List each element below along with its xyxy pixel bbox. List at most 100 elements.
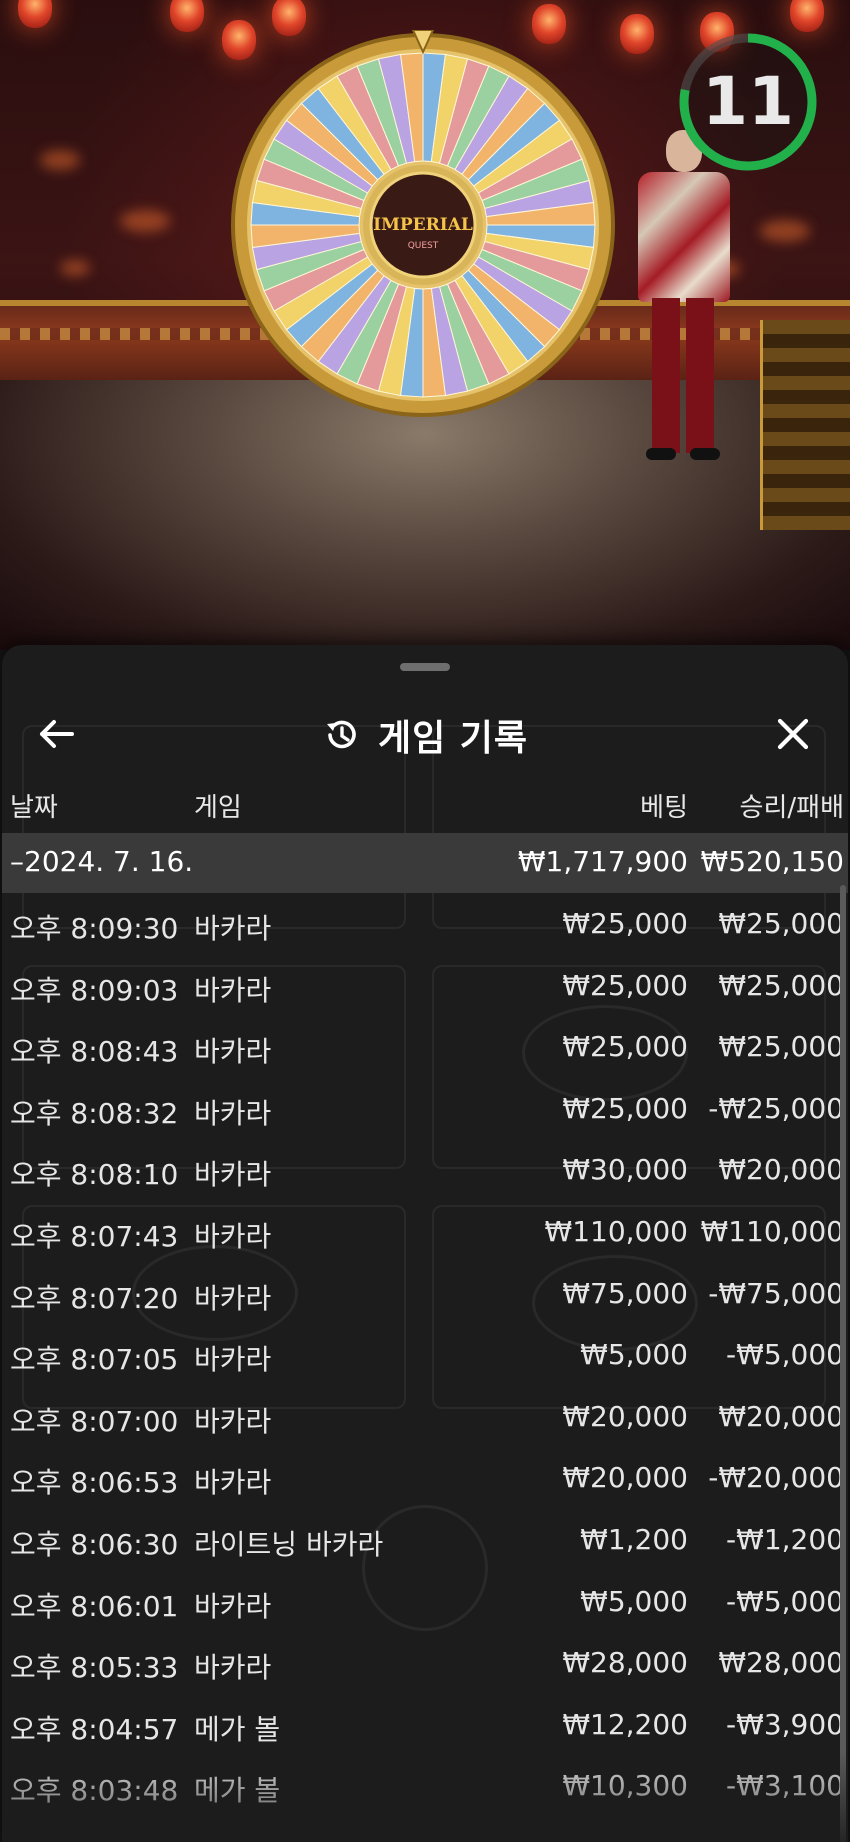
column-date: 날짜 — [10, 793, 58, 823]
row-win-loss: ₩25,000 — [718, 968, 844, 1002]
row-win-loss: ₩20,000 — [718, 1399, 844, 1433]
row-game: 바카라 — [194, 1219, 272, 1253]
row-bet: ₩75,000 — [562, 1276, 688, 1310]
row-game: 바카라 — [194, 1466, 272, 1500]
lantern-decoration — [170, 0, 204, 32]
lantern-decoration — [18, 0, 52, 28]
row-time: 오후 8:05:33 — [10, 1651, 179, 1685]
summary-date: –2024. 7. 16. — [10, 845, 194, 878]
history-row[interactable]: 오후 8:08:32 바카라 ₩25,000 -₩25,000 — [2, 1078, 848, 1140]
scrollbar[interactable] — [840, 885, 846, 1842]
history-row[interactable]: 오후 8:09:03 바카라 ₩25,000 ₩25,000 — [2, 955, 848, 1017]
row-bet: ₩20,000 — [562, 1399, 688, 1433]
prize-wheel: IMPERIAL QUEST — [228, 29, 618, 420]
row-bet: ₩5,000 — [580, 1338, 688, 1372]
row-win-loss: -₩5,000 — [726, 1584, 844, 1618]
row-game: 바카라 — [194, 1158, 272, 1192]
history-row[interactable]: 오후 8:06:53 바카라 ₩20,000 -₩20,000 — [2, 1447, 848, 1509]
row-win-loss: ₩110,000 — [700, 1214, 844, 1248]
sheet-title: 게임 기록 — [377, 718, 528, 759]
row-game: 라이트닝 바카라 — [194, 1527, 384, 1561]
lantern-decoration — [790, 0, 824, 32]
row-game: 바카라 — [194, 912, 272, 945]
row-time: 오후 8:04:57 — [10, 1712, 179, 1746]
countdown-timer: 11 — [676, 30, 820, 174]
history-row[interactable]: 오후 8:03:48 메가 볼 ₩10,300 -₩3,100 — [2, 1755, 848, 1817]
row-win-loss: ₩25,000 — [718, 907, 844, 940]
lantern-decoration — [620, 14, 654, 54]
row-bet: ₩5,000 — [580, 1584, 688, 1618]
row-win-loss: -₩75,000 — [708, 1276, 844, 1310]
history-row[interactable]: 오후 8:07:00 바카라 ₩20,000 ₩20,000 — [2, 1386, 848, 1448]
history-clock-icon — [326, 720, 356, 749]
dealer-host — [628, 130, 738, 460]
live-stream-video: IMPERIAL QUEST 11 — [0, 0, 850, 650]
wheel-logo-sub: QUEST — [408, 241, 439, 251]
row-bet: ₩25,000 — [562, 1030, 688, 1064]
history-row[interactable]: 오후 8:06:30 라이트닝 바카라 ₩1,200 -₩1,200 — [2, 1509, 848, 1571]
summary-win-total: ₩520,150 — [700, 845, 844, 878]
row-bet: ₩30,000 — [562, 1153, 688, 1187]
history-row[interactable]: 오후 8:08:43 바카라 ₩25,000 ₩25,000 — [2, 1016, 848, 1078]
row-bet: ₩25,000 — [562, 907, 688, 940]
row-game: 메가 볼 — [194, 1774, 281, 1808]
history-row[interactable]: 오후 8:07:43 바카라 ₩110,000 ₩110,000 — [2, 1201, 848, 1263]
history-row[interactable]: 오후 8:09:30 바카라 ₩25,000 ₩25,000 — [2, 893, 848, 955]
history-list: 오후 8:09:30 바카라 ₩25,000 ₩25,000 오후 8:09:03 바카라… — [2, 893, 848, 1817]
row-win-loss: -₩1,200 — [726, 1522, 844, 1556]
game-history-sheet: 게임 기록 날짜 게임 베팅 승리/패배 –2024. 7. 16. ₩1,71… — [2, 645, 848, 1842]
row-time: 오후 8:07:05 — [10, 1343, 179, 1377]
row-time: 오후 8:09:03 — [10, 973, 179, 1007]
row-game: 바카라 — [194, 1096, 272, 1130]
wheel-logo: IMPERIAL — [373, 215, 473, 235]
row-game: 바카라 — [194, 1035, 272, 1069]
row-time: 오후 8:06:30 — [10, 1527, 179, 1561]
column-bet: 베팅 — [640, 793, 688, 823]
row-bet: ₩20,000 — [562, 1461, 688, 1495]
row-game: 바카라 — [194, 973, 272, 1007]
row-win-loss: -₩25,000 — [708, 1091, 844, 1125]
row-time: 오후 8:07:20 — [10, 1281, 179, 1315]
column-game: 게임 — [194, 793, 242, 823]
column-win-loss: 승리/패배 — [739, 793, 844, 823]
close-icon[interactable] — [768, 709, 818, 759]
row-bet: ₩28,000 — [562, 1646, 688, 1680]
row-win-loss: -₩3,100 — [726, 1769, 844, 1803]
row-win-loss: -₩5,000 — [726, 1338, 844, 1372]
history-row[interactable]: 오후 8:04:57 메가 볼 ₩12,200 -₩3,900 — [2, 1694, 848, 1756]
row-game: 바카라 — [194, 1343, 272, 1377]
row-bet: ₩110,000 — [544, 1214, 688, 1248]
row-game: 바카라 — [194, 1281, 272, 1315]
row-win-loss: ₩20,000 — [718, 1153, 844, 1187]
row-win-loss: -₩3,900 — [726, 1707, 844, 1741]
row-game: 메가 볼 — [194, 1712, 281, 1746]
row-time: 오후 8:07:00 — [10, 1404, 179, 1438]
history-row[interactable]: 오후 8:07:20 바카라 ₩75,000 -₩75,000 — [2, 1263, 848, 1325]
row-time: 오후 8:08:32 — [10, 1096, 179, 1130]
row-bet: ₩1,200 — [580, 1522, 688, 1556]
row-time: 오후 8:03:48 — [10, 1774, 179, 1808]
date-summary-row[interactable]: –2024. 7. 16. ₩1,717,900 ₩520,150 — [2, 833, 848, 893]
dragon-pillar — [760, 320, 850, 530]
history-row[interactable]: 오후 8:07:05 바카라 ₩5,000 -₩5,000 — [2, 1324, 848, 1386]
row-win-loss: ₩25,000 — [718, 1030, 844, 1064]
countdown-number: 11 — [702, 63, 794, 140]
row-bet: ₩10,300 — [562, 1769, 688, 1803]
back-arrow-icon[interactable] — [32, 709, 82, 759]
drag-handle[interactable] — [400, 663, 450, 671]
row-time: 오후 8:08:10 — [10, 1158, 179, 1192]
row-bet: ₩25,000 — [562, 968, 688, 1002]
row-time: 오후 8:06:53 — [10, 1466, 179, 1500]
history-row[interactable]: 오후 8:06:01 바카라 ₩5,000 -₩5,000 — [2, 1571, 848, 1633]
row-time: 오후 8:08:43 — [10, 1035, 179, 1069]
table-header: 날짜 게임 베팅 승리/패배 — [2, 775, 848, 830]
history-row[interactable]: 오후 8:08:10 바카라 ₩30,000 ₩20,000 — [2, 1139, 848, 1201]
sheet-header: 게임 기록 — [2, 695, 848, 775]
row-game: 바카라 — [194, 1651, 272, 1685]
row-win-loss: ₩28,000 — [718, 1646, 844, 1680]
history-row[interactable]: 오후 8:05:33 바카라 ₩28,000 ₩28,000 — [2, 1632, 848, 1694]
row-bet: ₩12,200 — [562, 1707, 688, 1741]
row-time: 오후 8:07:43 — [10, 1219, 179, 1253]
row-time: 오후 8:09:30 — [10, 912, 179, 945]
row-game: 바카라 — [194, 1404, 272, 1438]
